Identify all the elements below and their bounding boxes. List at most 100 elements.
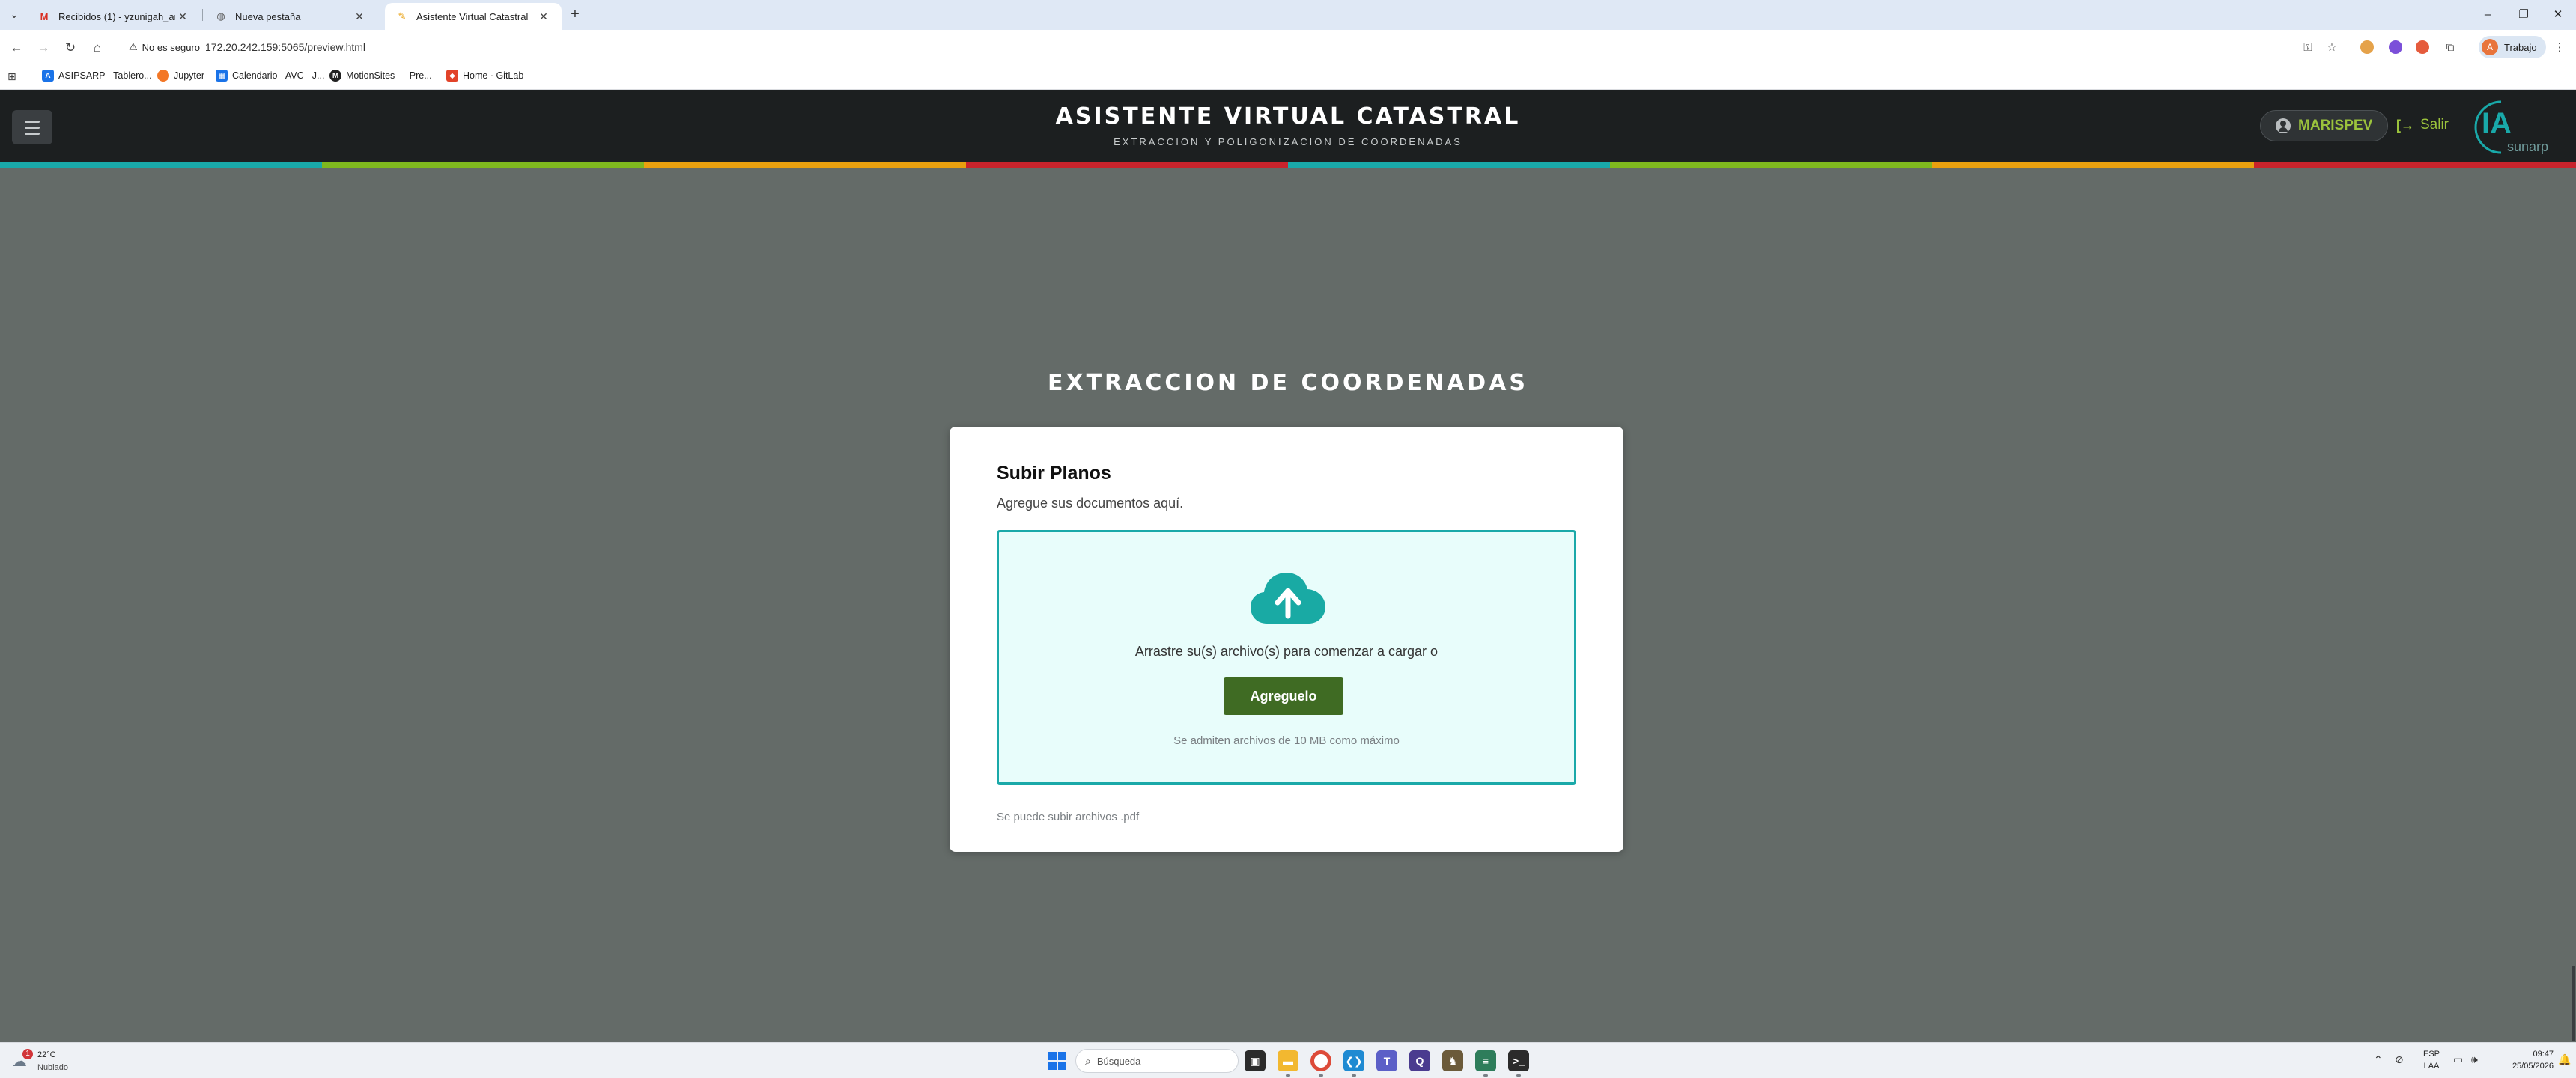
add-file-button[interactable]: Agreguelo — [1224, 677, 1343, 715]
file-explorer-icon[interactable]: ▬ — [1278, 1050, 1298, 1071]
bookmark-label: MotionSites — Pre... — [346, 70, 432, 81]
stripe-segment — [644, 162, 966, 168]
logout-button[interactable]: [→ Salir — [2396, 117, 2449, 133]
extension-icon[interactable] — [2360, 40, 2374, 54]
running-indicator — [1352, 1074, 1356, 1077]
jupyter-icon — [157, 70, 169, 82]
stripe-segment — [1288, 162, 1610, 168]
omnibox[interactable]: ⚠ No es seguro 172.20.242.159:5065/previ… — [120, 34, 2351, 60]
page-title: EXTRACCION DE COORDENADAS — [1047, 370, 1529, 396]
tab-gmail[interactable]: M Recibidos (1) - yzunigah_arequ... ✕ — [27, 3, 201, 30]
stripe-segment — [2254, 162, 2576, 168]
notepad-icon[interactable]: ≡ — [1475, 1050, 1496, 1071]
logo-text: IA — [2482, 107, 2512, 140]
user-menu-button[interactable]: MARISPEV — [2260, 110, 2389, 141]
password-key-icon[interactable]: ⚿ — [2299, 39, 2317, 57]
restore-icon[interactable]: ❐ — [2515, 6, 2533, 24]
window-close-icon[interactable]: ✕ — [2549, 6, 2567, 24]
running-indicator — [1483, 1074, 1488, 1077]
bookmark-motionsites[interactable]: M MotionSites — Pre... — [329, 70, 432, 82]
close-icon[interactable]: ✕ — [536, 10, 551, 23]
gmail-icon: M — [40, 10, 49, 22]
home-icon[interactable]: ⌂ — [88, 39, 106, 57]
allowed-file-types: Se puede subir archivos .pdf — [997, 811, 1140, 823]
display-icon[interactable]: ▭ — [2453, 1053, 2463, 1066]
chrome-icon[interactable] — [1310, 1050, 1331, 1071]
globe-icon: ◍ — [216, 10, 225, 22]
volume-icon[interactable]: 🕪 — [2471, 1053, 2478, 1066]
clock-time: 09:47 — [2533, 1050, 2554, 1059]
dropzone-instruction: Arrastre su(s) archivo(s) para comenzar … — [1134, 644, 1439, 659]
stripe-segment — [1932, 162, 2254, 168]
app-header: ASISTENTE VIRTUAL CATASTRAL EXTRACCION Y… — [0, 90, 2576, 162]
file-dropzone[interactable]: Arrastre su(s) archivo(s) para comenzar … — [997, 530, 1576, 785]
stripe-segment — [966, 162, 1288, 168]
reload-icon[interactable]: ↻ — [61, 39, 79, 57]
bookmark-label: Calendario - AVC - J... — [232, 70, 325, 81]
extensions-puzzle-icon[interactable]: ⧉ — [2441, 39, 2459, 57]
tab-label: Nueva pestaña — [235, 10, 301, 22]
warning-triangle-icon: ⚠ — [129, 41, 138, 52]
security-chip[interactable]: ⚠ No es seguro — [123, 37, 206, 57]
running-indicator — [1516, 1074, 1521, 1077]
close-icon[interactable]: ✕ — [175, 10, 190, 23]
forward-arrow-icon[interactable]: → — [34, 39, 52, 57]
new-tab-plus-icon[interactable]: + — [566, 6, 584, 24]
clock-date: 25/05/2026 — [2512, 1062, 2554, 1071]
bookmark-gitlab[interactable]: ◆ Home · GitLab — [446, 70, 523, 82]
bookmark-label: Home · GitLab — [463, 70, 524, 81]
upload-card: Subir Planos Agregue sus documentos aquí… — [950, 427, 1623, 852]
ia-sunarp-logo: IA sunarp — [2474, 100, 2548, 154]
temperature: 22°C — [37, 1050, 56, 1059]
app-title: ASISTENTE VIRTUAL CATASTRAL — [1055, 103, 1521, 130]
bookmark-label: Jupyter — [174, 70, 204, 81]
system-clock[interactable]: 09:47 25/05/2026 — [2494, 1048, 2554, 1072]
extension-icon[interactable] — [2416, 40, 2429, 54]
tab-new-tab[interactable]: ◍ Nueva pestaña ✕ — [204, 3, 377, 30]
tab-search-chevron-icon[interactable]: ⌄ — [6, 6, 22, 22]
bookmark-star-icon[interactable]: ☆ — [2323, 39, 2341, 57]
bookmark-jupyter[interactable]: Jupyter — [157, 70, 204, 82]
card-title: Subir Planos — [997, 463, 1111, 484]
teams-icon[interactable]: T — [1376, 1050, 1397, 1071]
tray-chevron-up-icon[interactable]: ⌃ — [2374, 1053, 2383, 1066]
taskbar-search[interactable]: ⌕ Búsqueda — [1075, 1049, 1239, 1073]
url-text[interactable]: 172.20.242.159:5065/preview.html — [205, 41, 365, 53]
running-indicator — [1286, 1074, 1290, 1077]
motionsites-icon: M — [329, 70, 341, 82]
scrollbar[interactable] — [2572, 966, 2575, 1041]
bookmarks-bar: ⊞ A ASIPSARP - Tablero... Jupyter ▦ Cale… — [0, 64, 2576, 90]
bookmark-asipsarp[interactable]: A ASIPSARP - Tablero... — [42, 70, 152, 82]
weather-widget[interactable]: ☁ 1 22°C Nublado — [12, 1047, 87, 1076]
windows-start-icon[interactable] — [1048, 1052, 1066, 1070]
stripe-segment — [0, 162, 322, 168]
task-view-icon[interactable]: ▣ — [1245, 1050, 1266, 1071]
app-q-icon[interactable]: Q — [1409, 1050, 1430, 1071]
close-icon[interactable]: ✕ — [352, 10, 367, 23]
bookmark-label: ASIPSARP - Tablero... — [58, 70, 152, 81]
bookmark-calendar[interactable]: ▦ Calendario - AVC - J... — [216, 70, 324, 82]
profile-chip[interactable]: A Trabajo — [2479, 36, 2546, 58]
asipsarp-icon: A — [42, 70, 54, 82]
apps-grid-icon[interactable]: ⊞ — [7, 70, 16, 83]
stripe-segment — [322, 162, 644, 168]
stripe-segment — [1610, 162, 1932, 168]
notification-bell-icon[interactable]: 🔔 — [2558, 1053, 2571, 1066]
vscode-icon[interactable]: ❮❯ — [1343, 1050, 1364, 1071]
back-arrow-icon[interactable]: ← — [7, 39, 25, 57]
minimize-icon[interactable]: – — [2479, 6, 2497, 24]
app-subtitle: EXTRACCION Y POLIGONIZACION DE COORDENAD… — [1114, 136, 1462, 147]
extension-icon[interactable] — [2389, 40, 2402, 54]
username: MARISPEV — [2298, 118, 2373, 133]
tab-asistente-virtual[interactable]: ✎ Asistente Virtual Catastral ✕ — [385, 3, 562, 30]
address-bar: ← → ↻ ⌂ ⚠ No es seguro 172.20.242.159:50… — [0, 30, 2576, 64]
game-icon[interactable]: ♞ — [1442, 1050, 1463, 1071]
profile-label: Trabajo — [2504, 41, 2537, 53]
network-off-icon[interactable]: ⊘ — [2395, 1053, 2404, 1066]
language-indicator[interactable]: ESP LAA — [2423, 1048, 2440, 1072]
weather-condition: Nublado — [37, 1063, 68, 1072]
file-size-limit: Se admiten archivos de 10 MB como máximo — [1173, 734, 1400, 747]
tab-separator — [202, 9, 203, 21]
terminal-icon[interactable]: >_ — [1508, 1050, 1529, 1071]
kebab-menu-icon[interactable]: ⋮ — [2551, 39, 2569, 57]
